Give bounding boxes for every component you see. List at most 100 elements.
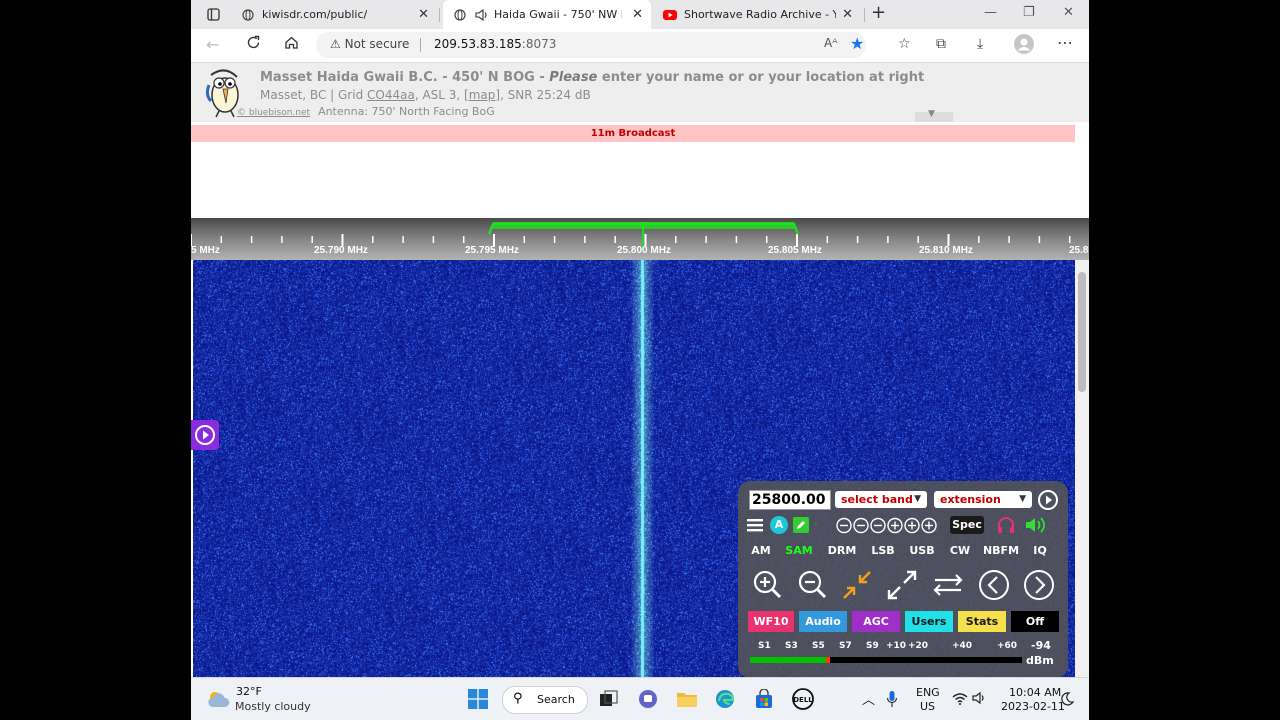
task-view-icon[interactable] <box>599 690 619 708</box>
waterfall-scrollbar[interactable] <box>1075 260 1089 680</box>
play-circle-icon[interactable] <box>1037 489 1059 511</box>
users-button[interactable]: Users <box>905 611 953 632</box>
search-label: Search <box>537 693 575 706</box>
security-status[interactable]: ⚠ Not secure <box>330 37 409 51</box>
off-button[interactable]: Off <box>1011 611 1059 632</box>
mode-am-button[interactable]: AM <box>747 542 775 560</box>
mode-iq-button[interactable]: IQ <box>1029 542 1051 560</box>
svg-text:DELL: DELL <box>793 696 813 704</box>
microphone-icon[interactable] <box>886 690 898 708</box>
tab-kiwisdr-public[interactable]: kiwisdr.com/public/ ✕ <box>231 0 437 29</box>
zoom-to-band-icon[interactable] <box>838 566 876 604</box>
zoom-out-icon[interactable] <box>793 566 831 604</box>
close-icon[interactable]: ✕ <box>842 7 853 22</box>
volume-icon[interactable] <box>1025 516 1047 534</box>
extension-label: extension <box>940 493 1001 506</box>
audio-button[interactable]: Audio <box>799 611 847 632</box>
agc-button[interactable]: AGC <box>852 611 900 632</box>
cloudy-weather-icon[interactable] <box>206 689 232 709</box>
home-icon[interactable] <box>284 35 299 54</box>
clock-time[interactable]: 10:04 AM <box>1009 686 1061 699</box>
auto-agc-badge[interactable]: A <box>770 516 788 534</box>
close-window-icon[interactable]: ✕ <box>1063 5 1074 20</box>
settings-more-icon[interactable]: ⋯ <box>1057 33 1073 52</box>
side-play-button[interactable] <box>191 420 219 450</box>
frequency-scale[interactable]: 5 MHz 25.790 MHz 25.795 MHz 25.800 MHz 2… <box>191 218 1089 260</box>
language-code[interactable]: ENG <box>916 686 940 699</box>
profile-avatar[interactable] <box>1014 34 1034 58</box>
smeter-label: S3 <box>785 641 798 651</box>
scale-label: 25.8 <box>1069 245 1089 256</box>
tab-shortwave-archive[interactable]: Shortwave Radio Archive - YouTu ✕ <box>653 0 861 29</box>
favorites-icon[interactable]: ☆ <box>898 36 911 52</box>
wifi-icon[interactable] <box>952 692 968 705</box>
favorite-star-icon[interactable]: ★ <box>850 34 864 53</box>
edge-browser-icon[interactable] <box>715 689 735 709</box>
notifications-icon[interactable] <box>1060 691 1074 707</box>
speaker-icon[interactable] <box>972 691 986 705</box>
refresh-icon[interactable] <box>246 35 261 54</box>
address-divider <box>420 38 421 52</box>
mode-drm-button[interactable]: DRM <box>824 542 860 560</box>
grid-link[interactable]: CO44aa <box>367 88 415 102</box>
windows-taskbar: 32°F Mostly cloudy ⚲ Search DELL ︿ ENG U… <box>191 677 1089 720</box>
receiver-title: Masset Haida Gwaii B.C. - 450' N BOG - P… <box>260 70 924 85</box>
map-link[interactable]: [map] <box>464 88 500 102</box>
minimize-icon[interactable]: — <box>984 5 997 20</box>
extension-dropdown[interactable]: extension ▼ <box>934 491 1032 508</box>
back-arrow-icon[interactable]: ← <box>206 35 219 54</box>
tab-bar: kiwisdr.com/public/ ✕ Haida Gwaii - 750'… <box>191 0 1089 29</box>
scrollbar-thumb[interactable] <box>1078 272 1086 392</box>
clock-date[interactable]: 2023-02-11 <box>1001 700 1065 713</box>
swap-arrows-icon[interactable] <box>929 566 967 604</box>
warning-icon: ⚠ <box>330 37 341 51</box>
edit-icon[interactable] <box>793 517 809 533</box>
tab-haida-gwaii[interactable]: Haida Gwaii - 750' NW BoG ✕ <box>443 0 651 29</box>
file-explorer-icon[interactable] <box>676 690 698 708</box>
frequency-input[interactable]: 25800.00 <box>749 490 831 510</box>
region-code[interactable]: US <box>920 700 935 713</box>
edit-indicator-icon: ◦ <box>813 520 818 529</box>
select-band-dropdown[interactable]: select band ▼ <box>835 491 927 508</box>
zoom-step-buttons[interactable] <box>836 517 938 534</box>
zoom-in-icon[interactable] <box>748 566 786 604</box>
mode-cw-button[interactable]: CW <box>947 542 973 560</box>
credit-link[interactable]: © bluebison.net <box>237 108 310 118</box>
scale-label: 25.790 MHz <box>314 245 368 256</box>
band-bar[interactable]: 11m Broadcast <box>191 125 1075 142</box>
microsoft-store-icon[interactable] <box>754 689 774 709</box>
taskbar-search-box[interactable]: ⚲ Search <box>502 686 588 714</box>
close-icon[interactable]: ✕ <box>632 7 643 22</box>
teams-chat-icon[interactable] <box>638 689 658 709</box>
url-text[interactable]: 209.53.83.185:8073 <box>434 37 556 51</box>
downloads-icon[interactable]: ⤓ <box>977 36 983 52</box>
mode-lsb-button[interactable]: LSB <box>867 542 899 560</box>
smeter-label: +40 <box>952 641 973 651</box>
speaker-icon[interactable] <box>474 8 488 22</box>
menu-icon[interactable] <box>747 518 763 532</box>
tab-actions-button[interactable] <box>197 0 225 29</box>
url-host: 209.53.83.185 <box>434 37 522 51</box>
mode-sam-button[interactable]: SAM <box>782 542 816 560</box>
chevron-up-icon[interactable]: ︿ <box>862 689 875 708</box>
mode-nbfm-button[interactable]: NBFM <box>980 542 1022 560</box>
spec-button[interactable]: Spec <box>950 516 984 534</box>
collapse-header-button[interactable]: ▼ <box>915 109 953 122</box>
stats-button[interactable]: Stats <box>958 611 1006 632</box>
dell-icon[interactable]: DELL <box>792 688 814 710</box>
headphones-icon[interactable] <box>996 516 1016 534</box>
chevron-right-circle-icon[interactable] <box>1020 566 1058 604</box>
scale-label: 25.800 MHz <box>617 245 671 256</box>
restore-icon[interactable]: ❐ <box>1023 5 1035 20</box>
windows-start-icon[interactable] <box>468 689 488 709</box>
zoom-max-out-icon[interactable] <box>883 566 921 604</box>
wf10-button[interactable]: WF10 <box>748 611 794 632</box>
new-tab-button[interactable]: + <box>871 2 886 23</box>
close-icon[interactable]: ✕ <box>418 7 429 22</box>
collections-icon[interactable]: ⧉ <box>936 36 946 52</box>
chevron-left-circle-icon[interactable] <box>975 566 1013 604</box>
address-bar[interactable]: ⚠ Not secure 209.53.83.185:8073 Aᴬ ★ <box>316 32 866 58</box>
read-aloud-icon[interactable]: Aᴬ <box>824 36 837 50</box>
smeter-label: S7 <box>839 641 852 651</box>
mode-usb-button[interactable]: USB <box>905 542 939 560</box>
